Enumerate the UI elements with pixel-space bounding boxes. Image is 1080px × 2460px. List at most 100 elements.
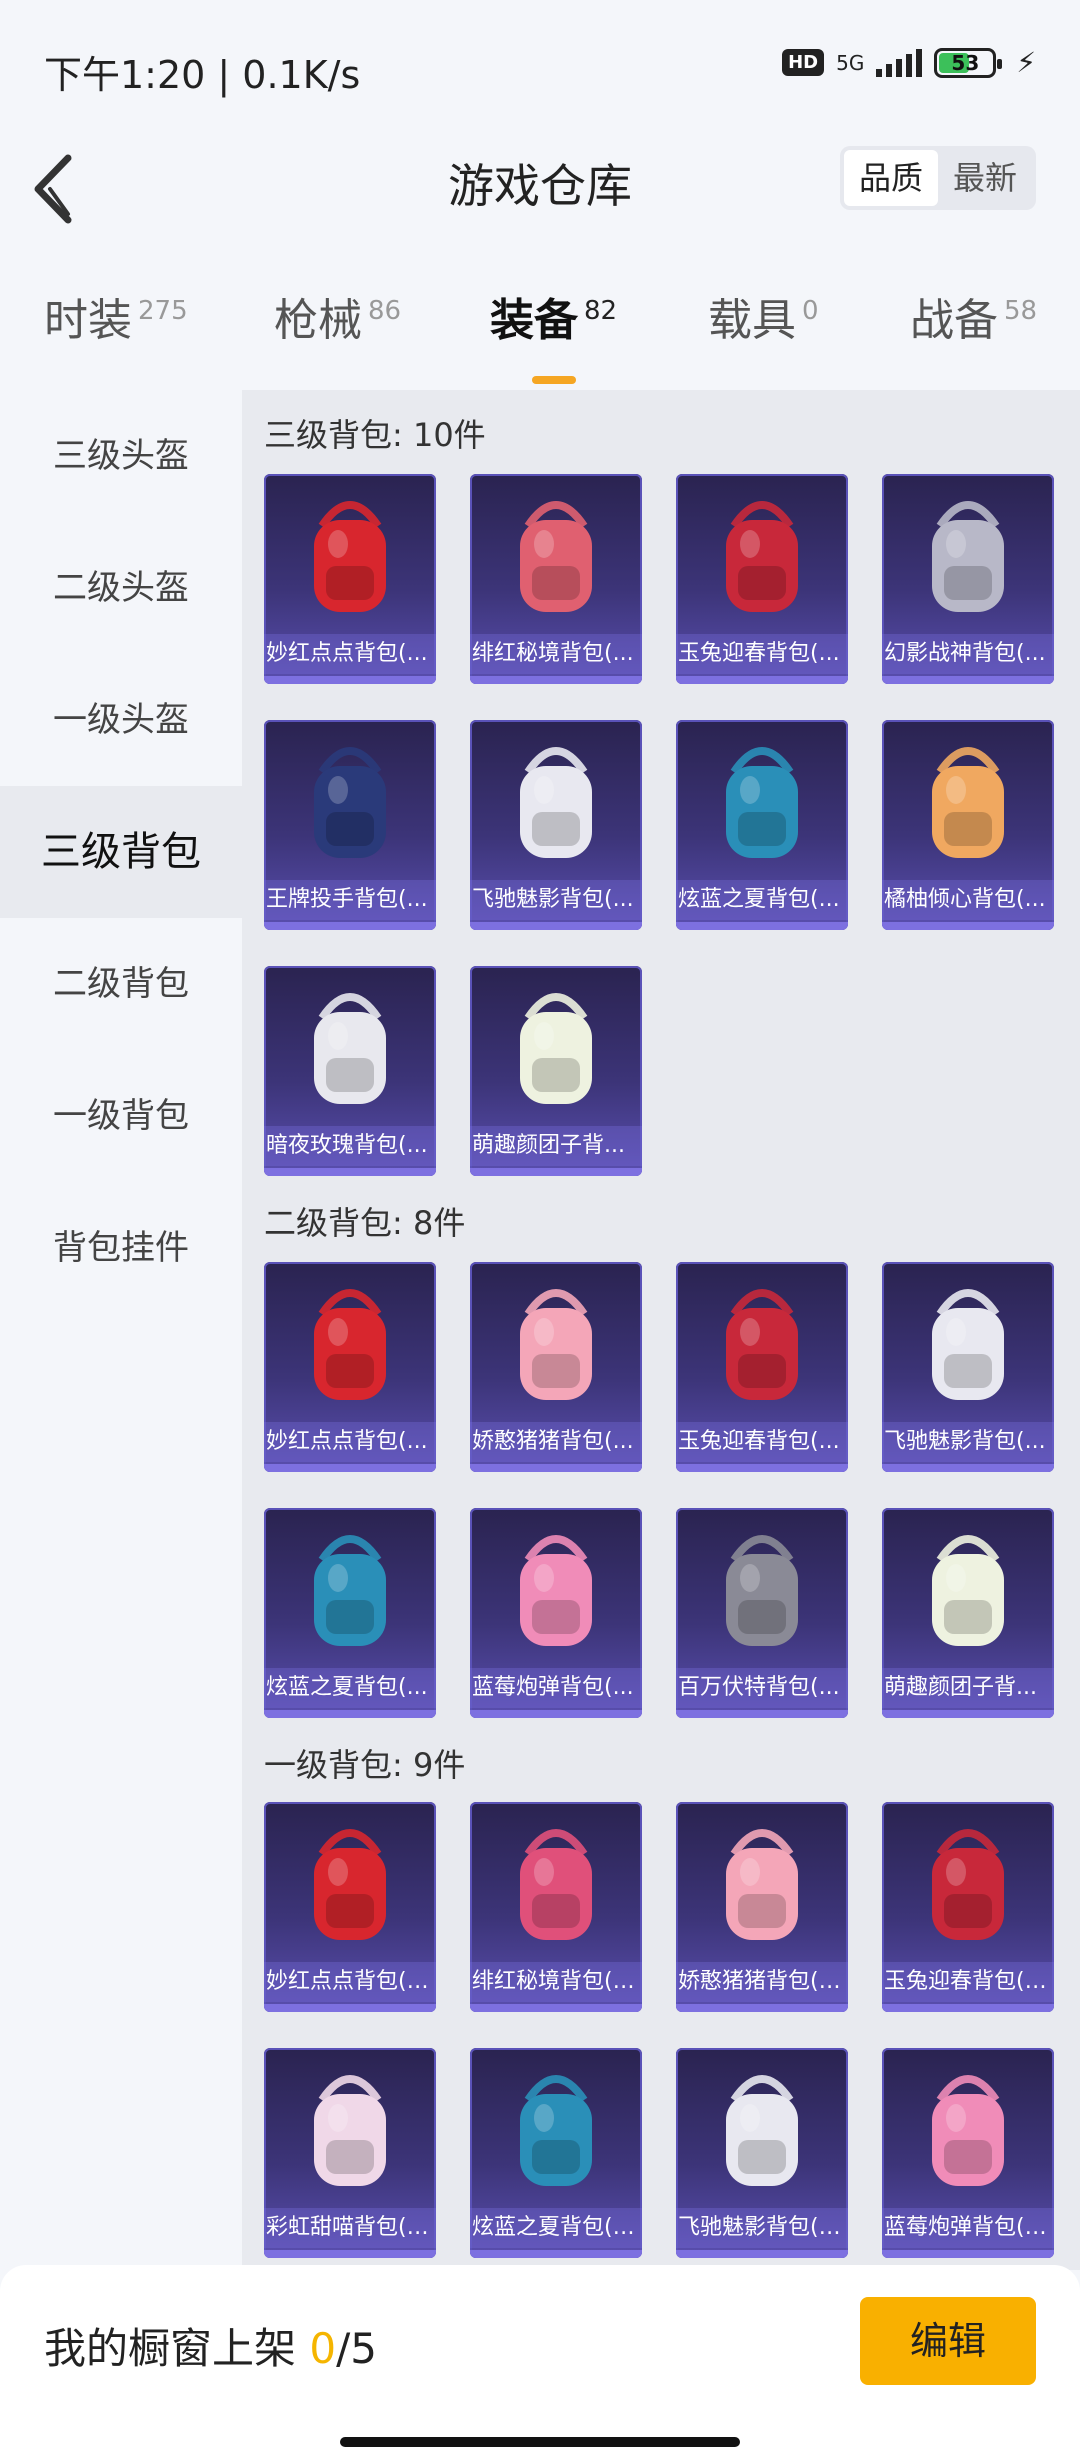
- showcase-label-text: 我的橱窗上架: [44, 2324, 310, 2373]
- sidebar-item-backpack-lv1[interactable]: 一级背包: [0, 1050, 242, 1182]
- home-indicator[interactable]: [340, 2437, 740, 2447]
- tab-count: 275: [138, 296, 188, 326]
- item-card[interactable]: 炫蓝之夏背包(1...: [470, 2048, 642, 2258]
- tab-guns[interactable]: 枪械 86: [274, 284, 401, 348]
- item-card[interactable]: 妙红点点背包(...: [264, 1262, 436, 1472]
- category-tabs: 时装 275 枪械 86 装备 82 载具 0 战备 58: [0, 260, 1080, 384]
- backpack-icon: [520, 2075, 592, 2186]
- backpack-icon: [932, 1289, 1004, 1400]
- item-card[interactable]: 萌趣颜团子背...: [882, 1508, 1054, 1718]
- sidebar: 三级头盔 二级头盔 一级头盔 三级背包 二级背包 一级背包 背包挂件: [0, 390, 242, 2270]
- backpack-icon: [520, 501, 592, 612]
- network-type: 5G: [836, 50, 865, 75]
- item-card[interactable]: 蓝莓炮弹背包(1...: [882, 2048, 1054, 2258]
- item-card[interactable]: 妙红点点背包(...: [264, 474, 436, 684]
- item-card[interactable]: 蓝莓炮弹背包(...: [470, 1508, 642, 1718]
- tab-count: 82: [584, 296, 618, 326]
- tab-combat-gear[interactable]: 战备 58: [910, 284, 1037, 348]
- backpack-icon: [314, 747, 386, 858]
- item-name: 萌趣颜团子背...: [470, 1126, 642, 1166]
- tab-vehicles[interactable]: 载具 0: [708, 284, 819, 348]
- item-name: 橘柚倾心背包(...: [882, 880, 1054, 920]
- item-card[interactable]: 妙红点点背包(1...: [264, 1802, 436, 2012]
- status-time: 下午1:20 | 0.1K/s: [44, 53, 361, 97]
- item-name: 萌趣颜团子背...: [882, 1668, 1054, 1708]
- item-name: 飞驰魅影背包(...: [470, 880, 642, 920]
- item-name: 彩虹甜喵背包(1...: [264, 2208, 436, 2248]
- item-name: 妙红点点背包(...: [264, 634, 436, 674]
- item-name: 幻影战神背包(...: [882, 634, 1054, 674]
- tab-label: 载具: [708, 295, 796, 346]
- showcase-bar: 我的橱窗上架 0/5 编辑: [0, 2265, 1080, 2460]
- item-name: 蓝莓炮弹背包(1...: [882, 2208, 1054, 2248]
- backpack-icon: [314, 2075, 386, 2186]
- backpack-icon: [726, 2075, 798, 2186]
- sidebar-item-helmet-lv2[interactable]: 二级头盔: [0, 522, 242, 654]
- sidebar-item-backpack-charm[interactable]: 背包挂件: [0, 1182, 242, 1314]
- tab-count: 58: [1004, 296, 1038, 326]
- sort-quality-button[interactable]: 品质: [844, 150, 938, 206]
- backpack-icon: [520, 993, 592, 1104]
- item-name: 蓝莓炮弹背包(...: [470, 1668, 642, 1708]
- item-card[interactable]: 娇憨猪猪背包(...: [470, 1262, 642, 1472]
- backpack-icon: [932, 1535, 1004, 1646]
- item-card[interactable]: 绯红秘境背包(1...: [470, 1802, 642, 2012]
- backpack-icon: [932, 501, 1004, 612]
- item-card[interactable]: 王牌投手背包(...: [264, 720, 436, 930]
- backpack-icon: [726, 1289, 798, 1400]
- item-name: 炫蓝之夏背包(...: [676, 880, 848, 920]
- section-title: 二级背包: 8件: [264, 1204, 466, 1242]
- tab-count: 0: [802, 296, 819, 326]
- tab-label: 时装: [44, 295, 132, 346]
- item-card[interactable]: 娇憨猪猪背包(1...: [676, 1802, 848, 2012]
- item-card[interactable]: 玉兔迎春背包(1...: [882, 1802, 1054, 2012]
- item-name: 玉兔迎春背包(...: [676, 634, 848, 674]
- tab-equipment[interactable]: 装备 82: [490, 284, 618, 384]
- item-card[interactable]: 彩虹甜喵背包(1...: [264, 2048, 436, 2258]
- status-bar: 下午1:20 | 0.1K/s HD 5G 53 ⚡: [0, 0, 1080, 130]
- showcase-total: /5: [336, 2324, 377, 2373]
- item-name: 炫蓝之夏背包(...: [264, 1668, 436, 1708]
- item-card[interactable]: 百万伏特背包(...: [676, 1508, 848, 1718]
- sort-latest-button[interactable]: 最新: [938, 150, 1032, 206]
- item-card[interactable]: 飞驰魅影背包(...: [470, 720, 642, 930]
- sort-toggle: 品质 最新: [840, 146, 1036, 210]
- tab-label: 装备: [490, 295, 578, 346]
- item-name: 绯红秘境背包(1...: [470, 1962, 642, 2002]
- item-card[interactable]: 飞驰魅影背包(1...: [676, 2048, 848, 2258]
- item-card[interactable]: 暗夜玫瑰背包(...: [264, 966, 436, 1176]
- tab-fashion[interactable]: 时装 275: [44, 284, 188, 348]
- sidebar-item-backpack-lv3[interactable]: 三级背包: [0, 786, 242, 918]
- item-grid: 三级背包: 10件 二级背包: 8件 一级背包: 9件 妙红点点背包(... 绯红…: [242, 390, 1080, 2270]
- item-card[interactable]: 玉兔迎春背包(...: [676, 1262, 848, 1472]
- backpack-icon: [520, 1289, 592, 1400]
- item-card[interactable]: 萌趣颜团子背...: [470, 966, 642, 1176]
- item-name: 飞驰魅影背包(...: [882, 1422, 1054, 1462]
- edit-button[interactable]: 编辑: [860, 2297, 1036, 2385]
- item-card[interactable]: 橘柚倾心背包(...: [882, 720, 1054, 930]
- sidebar-item-helmet-lv3[interactable]: 三级头盔: [0, 390, 242, 522]
- item-card[interactable]: 炫蓝之夏背包(...: [676, 720, 848, 930]
- backpack-icon: [932, 747, 1004, 858]
- status-icons: HD 5G 53 ⚡: [782, 46, 1036, 79]
- item-card[interactable]: 炫蓝之夏背包(...: [264, 1508, 436, 1718]
- sidebar-item-helmet-lv1[interactable]: 一级头盔: [0, 654, 242, 786]
- item-card[interactable]: 绯红秘境背包(...: [470, 474, 642, 684]
- item-card[interactable]: 玉兔迎春背包(...: [676, 474, 848, 684]
- showcase-count: 0: [309, 2324, 337, 2373]
- battery-icon: 53: [934, 47, 1003, 78]
- item-name: 妙红点点背包(1...: [264, 1962, 436, 2002]
- item-name: 玉兔迎春背包(1...: [882, 1962, 1054, 2002]
- battery-level: 53: [951, 50, 980, 75]
- backpack-icon: [520, 1829, 592, 1940]
- item-name: 娇憨猪猪背包(1...: [676, 1962, 848, 2002]
- tab-label: 战备: [910, 295, 998, 346]
- item-name: 暗夜玫瑰背包(...: [264, 1126, 436, 1166]
- backpack-icon: [314, 501, 386, 612]
- item-card[interactable]: 幻影战神背包(...: [882, 474, 1054, 684]
- network-icon: 5G: [836, 53, 864, 73]
- sidebar-item-backpack-lv2[interactable]: 二级背包: [0, 918, 242, 1050]
- item-name: 百万伏特背包(...: [676, 1668, 848, 1708]
- tab-count: 86: [368, 296, 402, 326]
- item-card[interactable]: 飞驰魅影背包(...: [882, 1262, 1054, 1472]
